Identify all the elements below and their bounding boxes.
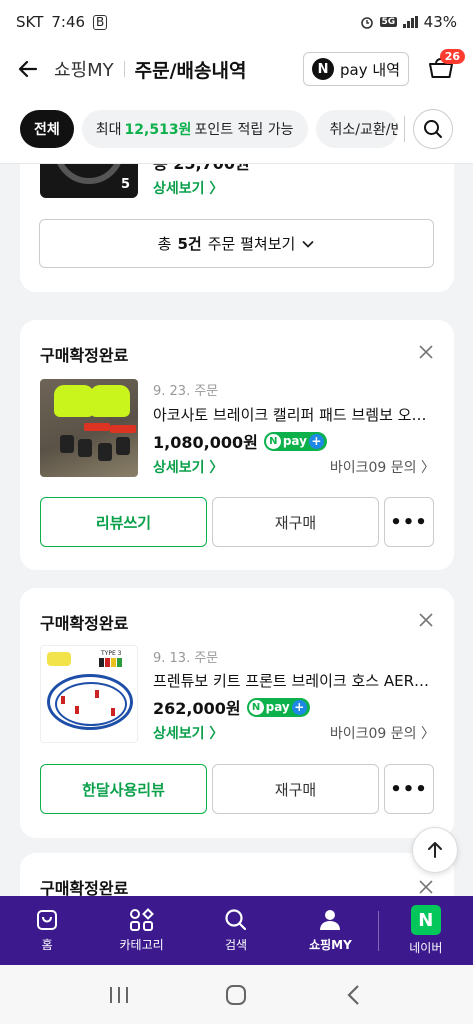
- battery-percent: 43%: [423, 13, 457, 31]
- npay-plus-badge: N pay +: [246, 697, 310, 717]
- product-price: 262,000원: [153, 699, 241, 718]
- order-card: 구매확정완료 TYPE 3 9. 13. 주문 프렌튜보 키트 프론트 브레이크…: [20, 588, 454, 838]
- carrier-label: SKT: [16, 13, 44, 31]
- expand-count: 5건: [177, 235, 202, 253]
- chevron-left-icon: [347, 984, 359, 1005]
- product-links: 상세보기 〉 바이크09 문의 〉: [153, 457, 435, 477]
- network-5g-icon: 5G: [379, 17, 398, 27]
- system-back-button[interactable]: [334, 975, 374, 1015]
- naver-n-icon: N: [410, 905, 441, 935]
- system-nav-bar: [0, 965, 473, 1024]
- filter-cancel-chip[interactable]: 취소/교환/반품: [315, 109, 399, 148]
- order-actions: 한달사용리뷰 재구매 •••: [40, 764, 434, 814]
- product-image[interactable]: [40, 379, 138, 477]
- repurchase-button[interactable]: 재구매: [212, 497, 379, 547]
- seller-inquiry-link[interactable]: 바이크09 문의 〉: [330, 457, 435, 477]
- search-button[interactable]: [413, 108, 453, 149]
- close-icon[interactable]: [418, 344, 434, 360]
- detail-link[interactable]: 상세보기 〉: [153, 457, 223, 477]
- search-icon: [225, 909, 247, 931]
- item-count-overlay: 5: [120, 177, 130, 192]
- order-date: 9. 13. 주문: [153, 651, 219, 666]
- arrow-up-icon: [428, 842, 442, 858]
- repurchase-button[interactable]: 재구매: [212, 764, 379, 814]
- order-card: 구매확정완료 9. 23. 주문 아코사토 브레이크 캘리퍼 패드 브렘보 오토…: [20, 320, 454, 570]
- status-bar: SKT 7:46 B 5G 43%: [0, 0, 473, 44]
- filter-all-chip[interactable]: 전체: [20, 109, 74, 148]
- product-image-text: TYPE 3: [101, 650, 122, 657]
- monthly-review-button[interactable]: 한달사용리뷰: [40, 764, 207, 814]
- product-price-row: 1,080,000원 N pay +: [153, 429, 327, 453]
- points-value: 12,513원: [124, 121, 192, 138]
- nav-shopping-my[interactable]: 쇼핑MY: [283, 896, 377, 965]
- order-status: 구매확정완료: [40, 614, 129, 633]
- shopping-bag-icon: [37, 910, 58, 930]
- more-options-button[interactable]: •••: [384, 764, 434, 814]
- npay-logo-icon: N: [312, 58, 335, 80]
- bottom-nav: 홈 카테고리 검색 쇼핑MY N 네이버: [0, 896, 473, 965]
- expand-suffix: 주문 펼쳐보기: [207, 235, 296, 253]
- detail-link[interactable]: 상세보기 〉: [153, 178, 223, 198]
- person-icon: [320, 910, 341, 930]
- alarm-icon: [360, 17, 373, 29]
- scroll-to-top-button[interactable]: [412, 827, 458, 873]
- home-square-icon: [226, 984, 247, 1005]
- home-button[interactable]: [216, 975, 256, 1015]
- page-title: 주문/배송내역: [134, 59, 247, 82]
- product-name[interactable]: 프렌튜보 키트 프론트 브레이크 호스 AEROQUIP: [153, 670, 433, 691]
- plus-icon: +: [308, 433, 324, 449]
- cart-count-badge: 26: [439, 49, 465, 64]
- detail-link[interactable]: 상세보기 〉: [153, 723, 223, 743]
- npay-plus-badge: N pay +: [263, 431, 327, 451]
- chevron-down-icon: [302, 240, 314, 248]
- recent-apps-button[interactable]: [99, 975, 139, 1015]
- order-status: 구매확정완료: [40, 346, 129, 365]
- back-button[interactable]: [12, 53, 44, 85]
- product-name[interactable]: 아코사토 브레이크 캘리퍼 패드 브렘보 오토바이 브레이크: [153, 404, 433, 425]
- arrow-left-icon: [18, 60, 38, 78]
- divider: [404, 115, 405, 142]
- cart-button[interactable]: 26: [421, 49, 465, 89]
- points-chip[interactable]: 최대 12,513원 포인트 적립 가능: [81, 109, 308, 148]
- write-review-button[interactable]: 리뷰쓰기: [40, 497, 207, 547]
- close-icon[interactable]: [418, 612, 434, 628]
- nav-home[interactable]: 홈: [0, 896, 94, 965]
- product-price: 1,080,000원: [153, 433, 258, 452]
- signal-icon: [403, 16, 418, 28]
- nav-search[interactable]: 검색: [189, 896, 283, 965]
- expand-prefix: 총: [157, 235, 172, 253]
- divider: [123, 61, 125, 77]
- more-options-button[interactable]: •••: [384, 497, 434, 547]
- order-actions: 리뷰쓰기 재구매 •••: [40, 497, 434, 547]
- brand-link[interactable]: 쇼핑MY: [54, 56, 114, 82]
- category-grid-icon: [129, 908, 154, 931]
- close-icon[interactable]: [418, 879, 434, 895]
- expand-orders-button[interactable]: 총 5건 주문 펼쳐보기: [39, 219, 434, 268]
- b-notification-icon: B: [93, 14, 108, 30]
- search-icon: [424, 119, 442, 138]
- product-image[interactable]: TYPE 3: [40, 645, 138, 743]
- npay-n-icon: N: [248, 699, 264, 715]
- product-links: 상세보기 〉 바이크09 문의 〉: [153, 723, 435, 743]
- npay-history-label: pay 내역: [340, 60, 400, 79]
- nav-category[interactable]: 카테고리: [94, 896, 188, 965]
- product-price-row: 262,000원 N pay +: [153, 695, 310, 719]
- npay-history-button[interactable]: N pay 내역: [303, 52, 409, 86]
- order-date: 9. 23. 주문: [153, 384, 219, 399]
- app-header: 쇼핑MY 주문/배송내역 N pay 내역 26: [0, 44, 473, 94]
- clock: 7:46: [51, 13, 86, 31]
- seller-inquiry-link[interactable]: 바이크09 문의 〉: [330, 723, 435, 743]
- nav-naver[interactable]: N 네이버: [379, 896, 473, 965]
- plus-icon: +: [291, 699, 307, 715]
- filter-bar: 전체 최대 12,513원 포인트 적립 가능 취소/교환/반품: [0, 94, 473, 164]
- npay-n-icon: N: [265, 433, 281, 449]
- recent-apps-icon: [109, 986, 128, 1003]
